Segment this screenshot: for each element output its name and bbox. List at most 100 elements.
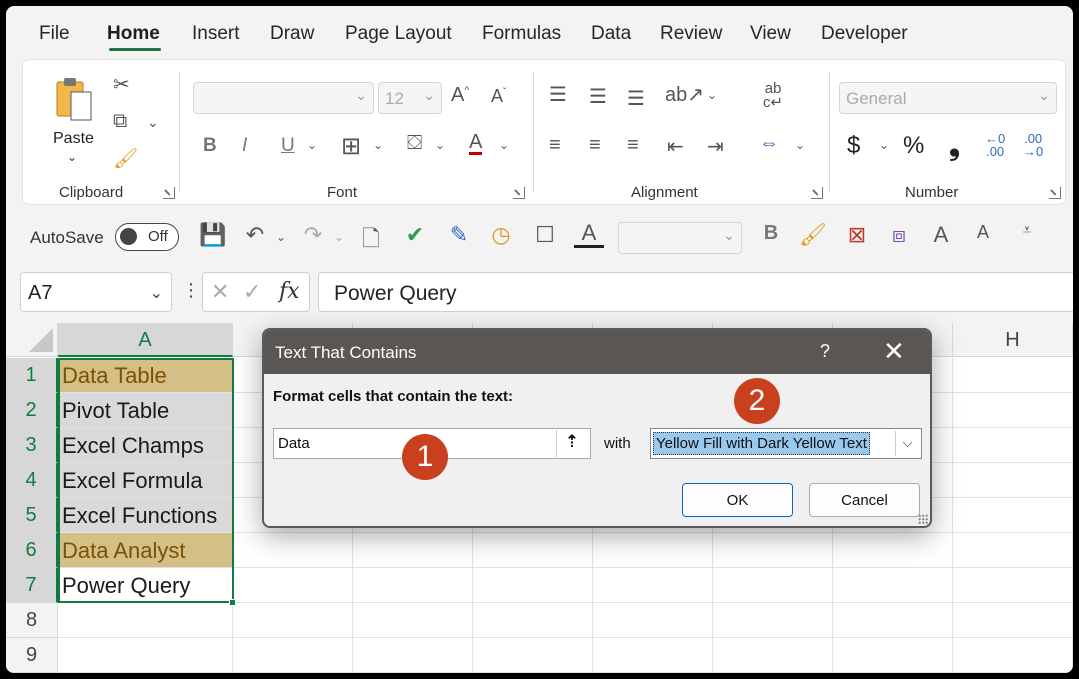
percent-button[interactable]: % — [903, 132, 924, 160]
cell-a6[interactable]: Data Analyst — [58, 533, 233, 568]
align-top-icon[interactable]: ☰ — [549, 82, 567, 107]
orientation-chevron-icon[interactable]: ⌄ — [707, 88, 717, 102]
grid-cell[interactable] — [833, 638, 953, 673]
format-select[interactable]: Yellow Fill with Dark Yellow Text ⌵ — [650, 428, 922, 459]
row-header[interactable]: 4 — [6, 463, 58, 498]
cell-a3[interactable]: Excel Champs — [58, 428, 233, 463]
qat-bold-button[interactable]: B — [756, 222, 786, 245]
dialog-titlebar[interactable]: Text That Contains ? ✕ — [264, 330, 930, 374]
grid-cell[interactable] — [233, 638, 353, 673]
increase-indent-icon[interactable]: ⇥ — [707, 134, 724, 159]
tab-insert[interactable]: Insert — [192, 23, 240, 45]
grid-cell[interactable] — [233, 568, 353, 603]
fill-handle[interactable] — [229, 599, 236, 606]
qat-font-select[interactable]: ⌄ — [618, 222, 742, 254]
fill-chevron-icon[interactable]: ⌄ — [435, 138, 445, 152]
comma-button[interactable]: ❟ — [949, 130, 960, 163]
fill-color-icon[interactable]: ⛋ — [407, 132, 422, 155]
collapse-dialog-icon[interactable]: ⇡ — [556, 430, 587, 457]
tab-review[interactable]: Review — [660, 23, 722, 45]
align-bottom-icon[interactable]: ☰ — [627, 86, 645, 111]
column-header-a[interactable]: A — [58, 323, 233, 357]
font-size-select[interactable]: 12 ⌄ — [378, 82, 442, 114]
decrease-font-icon[interactable]: Aˇ — [491, 86, 506, 107]
increase-font-qat-icon[interactable]: A — [926, 222, 956, 248]
row-header[interactable]: 9 — [6, 638, 58, 673]
row-header[interactable]: 5 — [6, 498, 58, 533]
increase-decimal-icon[interactable]: ←0.00 — [985, 132, 1005, 158]
grid-cell[interactable] — [953, 428, 1073, 463]
grid-cell[interactable] — [353, 533, 473, 568]
orientation-icon[interactable]: ab↗ — [665, 82, 704, 107]
decrease-font-qat-icon[interactable]: A — [968, 222, 998, 243]
grid-cell[interactable] — [833, 603, 953, 638]
grid-cell[interactable] — [953, 533, 1073, 568]
font-name-select[interactable]: ⌄ — [193, 82, 374, 114]
copy-icon[interactable]: ⧉ — [113, 110, 127, 133]
cube-icon[interactable]: ⧈ — [884, 222, 914, 248]
grid-cell[interactable] — [473, 533, 593, 568]
help-button[interactable]: ? — [820, 341, 830, 362]
grid-cell[interactable] — [473, 603, 593, 638]
currency-chevron-icon[interactable]: ⌄ — [879, 138, 889, 152]
font-color-qat-icon[interactable]: A — [574, 222, 604, 248]
align-middle-icon[interactable]: ☰ — [589, 84, 607, 109]
clear-format-icon[interactable]: ⊠ — [842, 222, 872, 248]
merge-center-icon[interactable]: ⇔ — [759, 132, 779, 155]
cancel-formula-icon[interactable]: ✕ — [211, 279, 229, 305]
decrease-indent-icon[interactable]: ⇤ — [667, 134, 684, 159]
borders-chevron-icon[interactable]: ⌄ — [373, 138, 383, 152]
copy-chevron-icon[interactable]: ⌄ — [147, 114, 159, 131]
cell-a8[interactable] — [58, 603, 233, 638]
borders-icon[interactable]: ⊞ — [341, 132, 361, 161]
grid-cell[interactable] — [713, 603, 833, 638]
tab-data[interactable]: Data — [591, 23, 631, 45]
tab-page-layout[interactable]: Page Layout — [345, 23, 452, 45]
grid-cell[interactable] — [353, 568, 473, 603]
font-color-icon[interactable]: A — [469, 132, 483, 155]
number-launcher-icon[interactable] — [1049, 187, 1061, 199]
grid-cell[interactable] — [953, 568, 1073, 603]
align-center-icon[interactable]: ≡ — [589, 134, 601, 157]
increase-font-icon[interactable]: A^ — [451, 84, 469, 107]
tab-file[interactable]: File — [39, 23, 70, 45]
redo-chevron-icon[interactable]: ⌄ — [324, 230, 354, 244]
tab-view[interactable]: View — [750, 23, 791, 45]
row-header[interactable]: 3 — [6, 428, 58, 463]
column-header-h[interactable]: H — [953, 323, 1073, 357]
align-right-icon[interactable]: ≡ — [627, 134, 639, 157]
grid-cell[interactable] — [953, 463, 1073, 498]
chevron-down-icon[interactable]: ⌵ — [895, 431, 919, 456]
number-format-select[interactable]: General ⌄ — [839, 82, 1057, 114]
draw-icon[interactable]: ✎ — [444, 222, 474, 248]
grid-cell[interactable] — [833, 568, 953, 603]
alignment-launcher-icon[interactable] — [811, 187, 823, 199]
paste-button[interactable]: Paste ⌄ — [47, 74, 99, 174]
grid-cell[interactable] — [953, 498, 1073, 533]
cell-a4[interactable]: Excel Formula — [58, 463, 233, 498]
insert-function-button[interactable]: fx — [279, 279, 300, 304]
currency-button[interactable]: $ — [847, 132, 860, 160]
grid-cell[interactable] — [233, 603, 353, 638]
customize-qat-icon[interactable]: ⩡ — [1012, 222, 1042, 240]
tab-draw[interactable]: Draw — [270, 23, 314, 45]
confirm-formula-icon[interactable]: ✓ — [243, 279, 261, 305]
grid-cell[interactable] — [593, 533, 713, 568]
grid-cell[interactable] — [473, 638, 593, 673]
grid-cell[interactable] — [713, 638, 833, 673]
decrease-decimal-icon[interactable]: .00 →0 — [1023, 132, 1043, 158]
autosave-toggle[interactable]: Off — [115, 223, 179, 251]
format-painter-icon[interactable]: 🖌 — [113, 146, 138, 171]
select-all-corner[interactable] — [6, 323, 58, 357]
grid-cell[interactable] — [593, 638, 713, 673]
grid-cell[interactable] — [353, 638, 473, 673]
cancel-button[interactable]: Cancel — [809, 483, 920, 517]
tab-home[interactable]: Home — [107, 23, 160, 45]
clock-icon[interactable]: ◷ — [486, 222, 516, 248]
grid-cell[interactable] — [473, 568, 593, 603]
grid-cell[interactable] — [593, 568, 713, 603]
row-header[interactable]: 8 — [6, 603, 58, 638]
save-icon[interactable]: 💾 — [198, 222, 228, 248]
merge-chevron-icon[interactable]: ⌄ — [795, 138, 805, 152]
row-header[interactable]: 6 — [6, 533, 58, 568]
